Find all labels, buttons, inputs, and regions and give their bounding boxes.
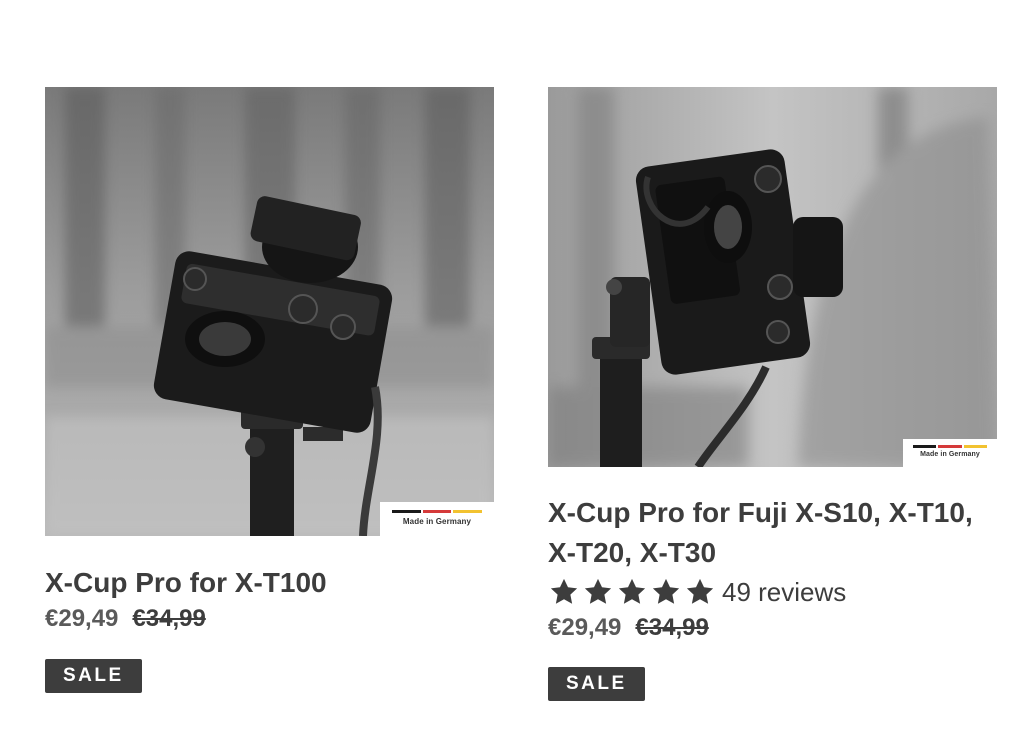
made-in-germany-badge: Made in Germany <box>903 439 997 467</box>
product-card[interactable]: Made in Germany X-Cup Pro for Fuji X-S10… <box>548 87 997 701</box>
price-row: €29,49 €34,99 <box>45 605 494 639</box>
product-grid: Made in Germany X-Cup Pro for X-T100 €29… <box>45 87 997 727</box>
star-icon <box>618 578 646 604</box>
sale-price: €29,49 <box>548 614 622 641</box>
star-icon <box>550 578 578 604</box>
product-title[interactable]: X-Cup Pro for Fuji X-S10, X-T10, X-T20, … <box>548 493 997 573</box>
sale-badge: SALE <box>45 659 142 693</box>
made-in-germany-label: Made in Germany <box>402 517 472 526</box>
sale-price: €29,49 <box>45 605 119 632</box>
compare-price: €34,99 <box>132 605 206 632</box>
review-count[interactable]: 49 reviews <box>722 577 846 608</box>
price-row: €29,49 €34,99 <box>548 614 997 648</box>
made-in-germany-badge: Made in Germany <box>380 502 494 536</box>
rating-row[interactable]: 49 reviews <box>548 573 997 611</box>
star-rating <box>548 577 716 607</box>
camera-photo-icon <box>548 87 997 467</box>
star-icon <box>686 578 714 604</box>
product-title[interactable]: X-Cup Pro for X-T100 <box>45 563 494 603</box>
camera-photo-icon <box>45 87 494 536</box>
star-icon <box>652 578 680 604</box>
star-icon <box>584 578 612 604</box>
product-image[interactable]: Made in Germany <box>45 87 494 536</box>
made-in-germany-label: Made in Germany <box>920 451 980 458</box>
german-flag-icon <box>913 445 987 448</box>
compare-price: €34,99 <box>635 614 709 641</box>
product-image[interactable]: Made in Germany <box>548 87 997 467</box>
product-card[interactable]: Made in Germany X-Cup Pro for X-T100 €29… <box>45 87 494 693</box>
german-flag-icon <box>392 510 483 513</box>
sale-badge: SALE <box>548 667 645 701</box>
